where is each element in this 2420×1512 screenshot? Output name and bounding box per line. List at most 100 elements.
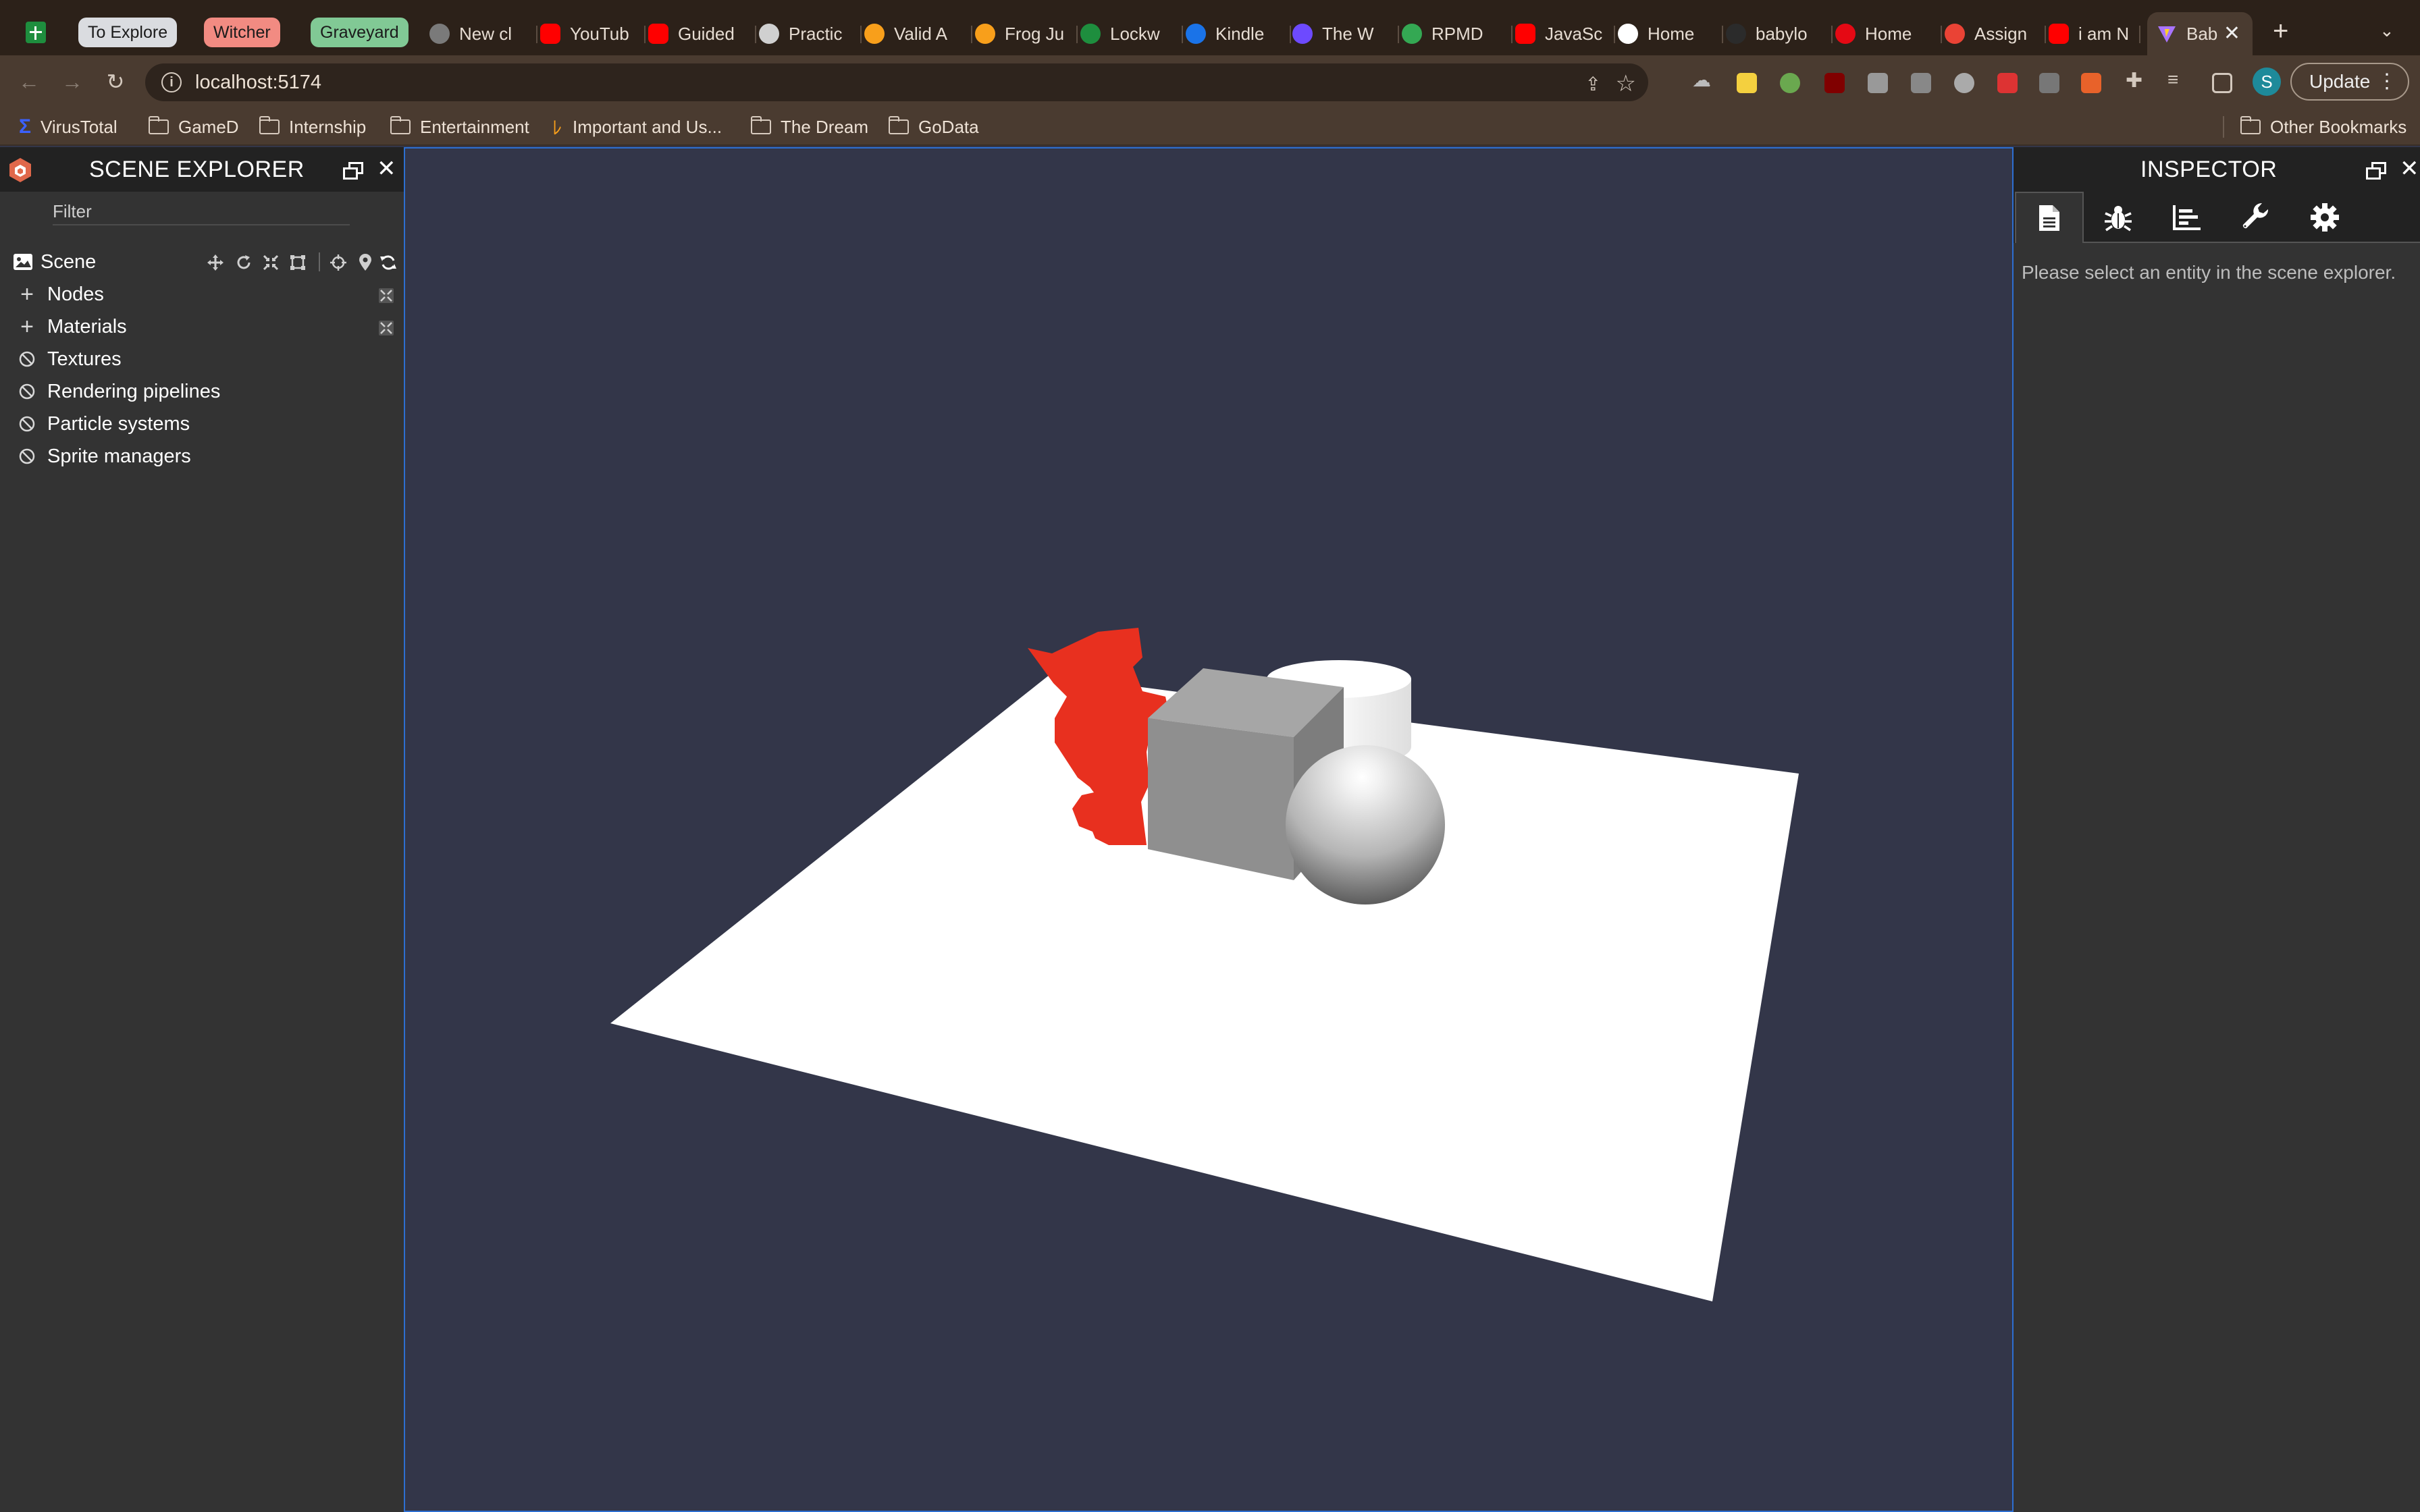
camera-icon[interactable] (1868, 73, 1888, 93)
tab-group-label: To Explore (88, 22, 168, 42)
browser-tab[interactable]: The W (1292, 12, 1399, 55)
bookmark-folder-the-dream[interactable]: The Dream (751, 115, 868, 139)
tab-properties[interactable] (2015, 192, 2084, 243)
site-info-icon[interactable]: i (161, 72, 182, 92)
sphere-mesh[interactable] (1286, 745, 1445, 905)
ban-empty-icon (19, 351, 35, 367)
tab-search-chevron-down-icon[interactable]: ⌄ (2379, 20, 2394, 41)
tab-debug[interactable] (2084, 192, 2153, 243)
bookmark-folder-gamed[interactable]: GameD (149, 115, 239, 139)
tab-title: JavaSc (1545, 23, 1603, 44)
refresh-sync-icon[interactable] (379, 254, 397, 271)
scene-root-row[interactable]: Scene (0, 247, 404, 277)
bookmark-star-icon[interactable]: ☆ (1616, 70, 1636, 97)
tree-item-nodes[interactable]: + Nodes (0, 279, 404, 309)
extension-red-pen-icon[interactable] (1997, 73, 2018, 93)
back-arrow-icon[interactable]: ← (15, 68, 43, 96)
tree-item-label: Textures (47, 348, 122, 370)
expand-all-icon[interactable] (378, 288, 394, 304)
browser-tab[interactable]: Guided (648, 12, 756, 55)
reload-icon[interactable]: ↻ (101, 68, 130, 96)
tab-statistics[interactable] (2153, 192, 2221, 243)
popout-window-icon[interactable] (2366, 162, 2386, 180)
bookmark-label: Important and Us... (573, 116, 722, 137)
media-control-icon[interactable]: ≡ (2167, 69, 2188, 90)
tab-separator (644, 26, 646, 43)
bookmark-folder-godata[interactable]: GoData (889, 115, 979, 139)
browser-tab[interactable]: Kindle (1186, 12, 1291, 55)
ublock-icon[interactable] (1824, 73, 1845, 93)
extension-h-icon[interactable] (2039, 73, 2059, 93)
bell-icon (759, 24, 779, 44)
url-text[interactable]: localhost:5174 (195, 72, 321, 94)
side-panel-icon[interactable] (2212, 73, 2232, 93)
browser-tab[interactable]: Valid A (864, 12, 972, 55)
share-icon[interactable]: ⇪ (1585, 73, 1601, 95)
browser-tab[interactable]: YouTub (540, 12, 646, 55)
browser-tab[interactable]: i am N (2049, 12, 2140, 55)
plus-expand-icon[interactable]: + (19, 314, 35, 340)
bookmark-important[interactable]: ﾚ Important and Us... (552, 115, 722, 139)
rotate-gizmo-icon[interactable] (235, 254, 253, 271)
tab-active-babylon[interactable]: Bab ✕ (2147, 12, 2253, 55)
extension-off-icon[interactable] (1954, 73, 1974, 93)
tab-group-to-explore[interactable]: To Explore (78, 18, 178, 47)
browser-tab[interactable]: Practic (759, 12, 862, 55)
bookmark-virustotal[interactable]: Σ VirusTotal (19, 115, 117, 139)
tab-group-graveyard[interactable]: Graveyard (311, 18, 409, 47)
tree-item-sprite-managers[interactable]: Sprite managers (0, 441, 404, 471)
browser-tab[interactable]: Home (1835, 12, 1942, 55)
browser-toolbar: ← → ↻ i localhost:5174 ⇪ ☆ ☁ ✚ ≡ S Updat… (0, 55, 2420, 108)
gmail-icon (1945, 24, 1965, 44)
vite-icon (2157, 24, 2177, 44)
extension-cloud-icon[interactable]: ☁ (1692, 69, 1712, 90)
browser-tab[interactable]: Frog Ju (975, 12, 1078, 55)
expand-all-icon[interactable] (378, 320, 394, 336)
browser-tab[interactable]: babylo (1726, 12, 1833, 55)
tree-item-materials[interactable]: + Materials (0, 312, 404, 342)
bounding-box-gizmo-icon[interactable] (289, 254, 307, 271)
tab-tools[interactable] (2221, 192, 2290, 243)
browser-tab[interactable]: Assign (1945, 12, 2046, 55)
tab-title: Lockw (1110, 23, 1160, 44)
tab-group-witcher[interactable]: Witcher (204, 18, 280, 47)
inspector-tab-underline (2084, 242, 2420, 243)
update-button[interactable]: Update ⋮ (2290, 63, 2409, 101)
extension-grey-k-icon[interactable] (1911, 73, 1931, 93)
other-bookmarks[interactable]: Other Bookmarks (2240, 115, 2406, 139)
tab-settings[interactable] (2290, 192, 2359, 243)
browser-tab[interactable]: JavaSc (1515, 12, 1615, 55)
plus-expand-icon[interactable]: + (19, 281, 35, 307)
browser-tab[interactable]: Home (1618, 12, 1723, 55)
forward-arrow-icon[interactable]: → (58, 68, 86, 96)
browser-tab[interactable]: RPMD (1402, 12, 1512, 55)
browser-tab[interactable]: New cl (429, 12, 537, 55)
extension-green-plus-icon[interactable] (1780, 73, 1800, 93)
tab-title: babylo (1756, 23, 1808, 44)
tab-separator (1076, 26, 1078, 43)
tree-item-textures[interactable]: Textures (0, 344, 404, 374)
puzzle-extensions-icon[interactable]: ✚ (2126, 69, 2146, 92)
map-marker-icon[interactable] (357, 254, 374, 271)
bookmark-folder-entertainment[interactable]: Entertainment (390, 115, 529, 139)
new-tab-plus-icon[interactable]: + (2273, 16, 2288, 47)
profile-avatar[interactable]: S (2253, 68, 2281, 96)
extension-yellow-icon[interactable] (1737, 73, 1757, 93)
render-canvas[interactable] (404, 147, 2014, 1512)
translate-gizmo-icon[interactable] (207, 254, 224, 271)
filter-input[interactable] (53, 198, 350, 225)
browser-tab[interactable]: Lockw (1080, 12, 1183, 55)
popout-window-icon[interactable] (343, 162, 363, 180)
close-panel-icon[interactable]: ✕ (2400, 155, 2419, 182)
close-panel-icon[interactable]: ✕ (377, 155, 396, 182)
bookmark-folder-internship[interactable]: Internship (259, 115, 366, 139)
scale-gizmo-icon[interactable] (262, 254, 280, 271)
tree-item-particle-systems[interactable]: Particle systems (0, 409, 404, 439)
crosshair-picking-icon[interactable] (330, 254, 347, 271)
extension-orange-c-icon[interactable] (2081, 73, 2101, 93)
sheets-icon[interactable] (26, 22, 46, 43)
tab-close-icon[interactable]: ✕ (2224, 22, 2240, 45)
kebab-menu-icon[interactable]: ⋮ (2377, 70, 2397, 93)
tree-item-rendering-pipelines[interactable]: Rendering pipelines (0, 377, 404, 406)
address-bar[interactable]: i localhost:5174 ⇪ ☆ (145, 63, 1648, 101)
